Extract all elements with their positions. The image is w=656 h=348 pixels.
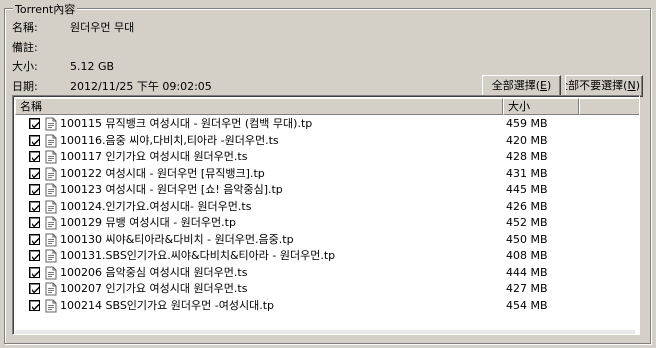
file-icon — [44, 266, 58, 280]
table-row[interactable]: 100124.인기가요.여성시대- 원더우먼.ts 426 MB — [15, 199, 635, 216]
file-size: 428 MB — [506, 150, 548, 163]
checkmark-icon — [32, 121, 39, 129]
file-size: 452 MB — [506, 216, 548, 229]
table-row[interactable]: 100115 뮤직뱅크 여성시대 - 원더우먼 (컴백 무대).tp 459 MB — [15, 116, 635, 133]
file-size: 445 MB — [506, 183, 548, 196]
file-checkbox[interactable] — [29, 134, 40, 146]
select-all-button[interactable]: 全部選擇(E) — [482, 75, 561, 97]
file-size: 450 MB — [506, 232, 548, 246]
file-name: 100207 인기가요 여성시대 원더우먼.ts — [60, 282, 248, 295]
file-checkbox[interactable] — [29, 217, 40, 228]
table-row[interactable]: 100122 여성시대 - 원더우먼 [뮤직뱅크].tp 431 MB — [15, 166, 635, 183]
file-checkbox[interactable] — [29, 266, 40, 278]
table-row[interactable]: 100129 뮤뱅 여성시대 - 원더우먼.tp 452 MB — [15, 215, 635, 232]
file-name: 100129 뮤뱅 여성시대 - 원더우먼.tp — [60, 216, 236, 229]
file-size: 426 MB — [506, 199, 548, 213]
checkmark-icon — [32, 154, 39, 162]
file-icon — [44, 249, 58, 263]
size-value: 5.12 GB — [70, 60, 115, 73]
file-icon — [44, 134, 58, 148]
checkmark-icon — [32, 303, 39, 310]
checkmark-icon — [32, 270, 39, 277]
checkmark-icon — [32, 138, 39, 145]
file-checkbox[interactable] — [29, 283, 40, 294]
file-checkbox[interactable] — [29, 233, 40, 245]
date-label: 日期: — [12, 80, 38, 93]
file-size: 444 MB — [506, 265, 548, 279]
file-icon — [44, 233, 58, 247]
file-name: 100122 여성시대 - 원더우먼 [뮤직뱅크].tp — [60, 166, 265, 180]
table-row[interactable]: 100116.음중 씨야,다비치,티아라 -원더우먼.ts 420 MB — [15, 133, 635, 150]
file-size: 408 MB — [506, 249, 548, 262]
file-checkbox[interactable] — [29, 250, 40, 261]
file-size: 454 MB — [506, 298, 548, 312]
file-checkbox[interactable] — [29, 118, 40, 129]
file-size: 420 MB — [506, 133, 548, 147]
file-name: 100123 여성시대 - 원더우먼 [쇼! 음악중심].tp — [60, 183, 283, 196]
file-checkbox[interactable] — [29, 200, 40, 212]
file-name: 100116.음중 씨야,다비치,티아라 -원더우먼.ts — [60, 133, 279, 147]
file-rows: 100115 뮤직뱅크 여성시대 - 원더우먼 (컴백 무대).tp 459 MB… — [15, 116, 635, 314]
checkmark-icon — [32, 171, 39, 178]
name-label: 名稱: — [12, 21, 38, 34]
file-icon — [44, 167, 58, 181]
table-row[interactable]: 100131.SBS인기가요.씨야&다비치&티아라 - 원더우먼.tp 408 M… — [15, 248, 635, 265]
checkmark-icon — [32, 253, 39, 261]
file-name: 100214 SBS인기가요 원더우먼 -여성시대.tp — [60, 298, 274, 312]
select-none-button[interactable]: 全部不要選擇(N) — [565, 75, 643, 97]
table-row[interactable]: 100123 여성시대 - 원더우먼 [쇼! 음악중심].tp 445 MB — [15, 182, 635, 199]
column-header-name[interactable]: 名稱 — [15, 98, 503, 115]
table-row[interactable]: 100117 인기가요 여성시대 원더우먼.ts 428 MB — [15, 149, 635, 166]
table-row[interactable]: 100206 음악중심 여성시대 원더우먼.ts 444 MB — [15, 265, 635, 282]
file-name: 100131.SBS인기가요.씨야&다비치&티아라 - 원더우먼.tp — [60, 249, 336, 262]
file-size: 459 MB — [506, 117, 548, 130]
horizontal-scrollbar[interactable] — [15, 330, 635, 334]
table-row[interactable]: 100214 SBS인기가요 원더우먼 -여성시대.tp 454 MB — [15, 298, 635, 315]
file-icon — [44, 216, 58, 230]
file-checkbox[interactable] — [29, 167, 40, 179]
list-header: 名稱 大小 — [15, 98, 639, 115]
checkmark-icon — [32, 237, 39, 244]
file-icon — [44, 117, 58, 131]
group-title: Torrent內容 — [13, 1, 78, 17]
table-row[interactable]: 100207 인기가요 여성시대 원더우먼.ts 427 MB — [15, 281, 635, 298]
file-name: 100117 인기가요 여성시대 원더우먼.ts — [60, 150, 248, 163]
file-checkbox[interactable] — [29, 299, 40, 311]
column-header-size[interactable]: 大小 — [503, 98, 579, 115]
file-name: 100206 음악중심 여성시대 원더우먼.ts — [60, 265, 248, 279]
checkmark-icon — [32, 220, 39, 228]
comment-label: 備註: — [12, 41, 38, 54]
file-name: 100124.인기가요.여성시대- 원더우먼.ts — [60, 199, 252, 213]
checkmark-icon — [32, 187, 39, 195]
file-icon — [44, 282, 58, 296]
date-value: 2012/11/25 下午 09:02:05 — [70, 80, 212, 93]
file-checkbox[interactable] — [29, 184, 40, 195]
column-header-extra — [579, 98, 639, 115]
file-size: 431 MB — [506, 166, 548, 180]
file-name: 100130 씨야&티아라&다비치 - 원더우먼.음중.tp — [60, 232, 294, 246]
file-list[interactable]: 名稱 大小 100115 뮤직뱅크 여성시대 - 원더우먼 (컴백 무대).tp… — [12, 95, 640, 335]
file-checkbox[interactable] — [29, 151, 40, 162]
file-icon — [44, 183, 58, 197]
file-icon — [44, 200, 58, 214]
file-size: 427 MB — [506, 282, 548, 295]
table-row[interactable]: 100130 씨야&티아라&다비치 - 원더우먼.음중.tp 450 MB — [15, 232, 635, 249]
checkmark-icon — [32, 286, 39, 294]
name-value: 원더우먼 무대 — [70, 21, 135, 34]
file-icon — [44, 299, 58, 313]
size-label: 大小: — [12, 60, 38, 73]
checkmark-icon — [32, 204, 39, 211]
file-name: 100115 뮤직뱅크 여성시대 - 원더우먼 (컴백 무대).tp — [60, 117, 313, 130]
file-icon — [44, 150, 58, 164]
